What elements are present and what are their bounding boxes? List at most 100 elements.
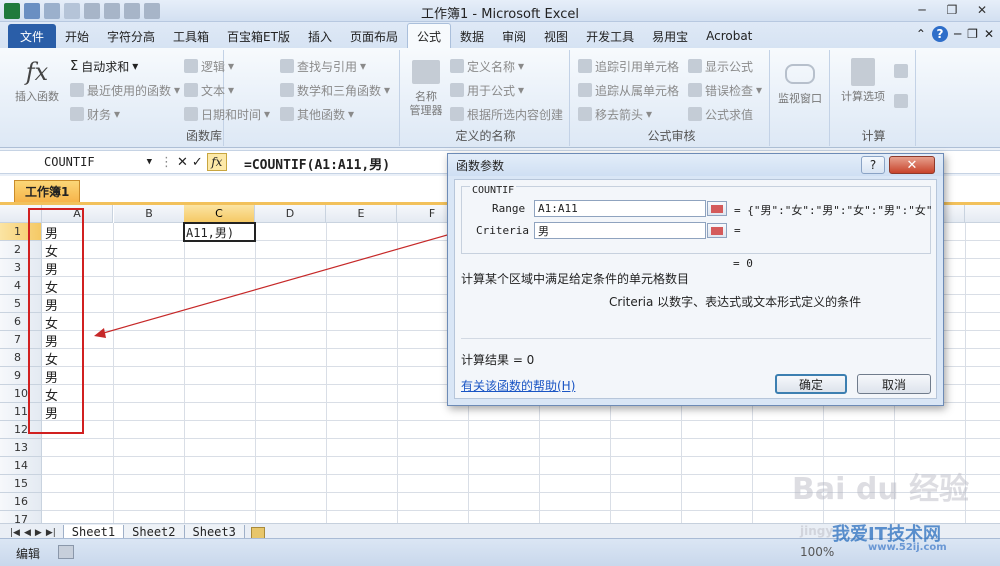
gridline xyxy=(397,223,398,523)
create-from-selection-button[interactable]: 根据所选内容创建 xyxy=(450,104,563,124)
new-sheet-icon[interactable] xyxy=(250,526,265,539)
error-check-button[interactable]: 错误检查 ▾ xyxy=(688,80,762,100)
criteria-input[interactable]: 男 xyxy=(534,222,706,239)
insert-function-button[interactable]: fx 插入函数 xyxy=(10,56,64,104)
row-header-15[interactable]: 15 xyxy=(0,475,42,493)
help-icon[interactable]: ? xyxy=(931,26,948,42)
gridline xyxy=(184,223,185,523)
range-collapse-icon[interactable] xyxy=(707,201,727,216)
status-mode: 编辑 xyxy=(16,547,41,561)
criteria-collapse-icon[interactable] xyxy=(707,223,727,238)
row-header-16[interactable]: 16 xyxy=(0,493,42,511)
restore-icon[interactable]: ❐ xyxy=(938,1,966,19)
tab-8[interactable]: 数据 xyxy=(451,24,493,48)
ok-button[interactable]: 确定 xyxy=(775,374,847,394)
macro-record-icon[interactable] xyxy=(58,545,74,559)
cancel-button[interactable]: 取消 xyxy=(857,374,931,394)
cancel-icon[interactable]: ✕ xyxy=(177,155,188,170)
tab-10[interactable]: 视图 xyxy=(535,24,577,48)
minimize-workbook-icon[interactable]: ─ xyxy=(954,27,961,41)
tab-0[interactable]: 文件 xyxy=(8,24,56,48)
function-description: 计算某个区域中满足给定条件的单元格数目 xyxy=(461,272,690,286)
show-formulas-icon xyxy=(688,59,702,73)
name-manager-button[interactable]: 名称 管理器 xyxy=(404,56,448,118)
lookup-button[interactable]: 查找与引用 ▾ xyxy=(280,56,366,76)
evaluate-formula-icon xyxy=(688,107,702,121)
function-help-link[interactable]: 有关该函数的帮助(H) xyxy=(461,377,575,394)
tab-6[interactable]: 页面布局 xyxy=(341,24,407,48)
finance-button[interactable]: 财务 ▾ xyxy=(70,104,120,124)
fx-icon: fx xyxy=(25,58,49,86)
logic-button[interactable]: 逻辑 ▾ xyxy=(184,56,234,76)
name-box[interactable]: COUNTIF ▼ xyxy=(8,153,156,171)
trace-dependents-button[interactable]: 追踪从属单元格 xyxy=(578,80,679,100)
first-sheet-icon[interactable]: |◀ xyxy=(10,528,20,538)
tab-11[interactable]: 开发工具 xyxy=(577,24,643,48)
tab-1[interactable]: 开始 xyxy=(56,24,98,48)
column-header[interactable] xyxy=(965,205,1000,223)
tab-13[interactable]: Acrobat xyxy=(697,24,761,48)
function-arguments-dialog: 函数参数 ? ✕ COUNTIF Range A1:A11 = {"男":"女"… xyxy=(447,153,944,406)
evaluate-formula-button[interactable]: 公式求值 xyxy=(688,104,753,124)
workbook-tab[interactable]: 工作簿1 xyxy=(14,180,81,202)
tab-4[interactable]: 百宝箱ET版 xyxy=(218,24,299,48)
logic-icon xyxy=(184,59,198,73)
calc-now-icon[interactable] xyxy=(894,64,908,78)
tab-9[interactable]: 审阅 xyxy=(493,24,535,48)
calc-sheet-icon[interactable] xyxy=(894,94,908,108)
dialog-close-button[interactable]: ✕ xyxy=(889,156,935,174)
datetime-button[interactable]: 日期和时间 ▾ xyxy=(184,104,270,124)
tab-12[interactable]: 易用宝 xyxy=(643,24,697,48)
recent-functions-button[interactable]: 最近使用的函数 ▾ xyxy=(70,80,180,100)
column-header-C[interactable]: C xyxy=(184,205,255,223)
site-watermark: www.52ij.com xyxy=(868,542,947,553)
collapse-ribbon-icon[interactable]: ⌃ xyxy=(916,27,926,41)
function-name: COUNTIF xyxy=(470,185,517,196)
chevron-down-icon: ▼ xyxy=(146,157,152,167)
range-input[interactable]: A1:A11 xyxy=(534,200,706,217)
calc-options-button[interactable]: 计算选项 xyxy=(834,56,892,104)
close-workbook-icon[interactable]: ✕ xyxy=(984,27,994,41)
minimize-icon[interactable]: ─ xyxy=(908,1,936,19)
fx-button[interactable]: fx xyxy=(206,153,227,171)
prev-sheet-icon[interactable]: ◀ xyxy=(24,528,31,538)
define-name-icon xyxy=(450,59,464,73)
enter-icon[interactable]: ✓ xyxy=(192,155,203,170)
formula-input[interactable]: =COUNTIF(A1:A11,男) xyxy=(244,154,390,173)
close-icon[interactable]: ✕ xyxy=(968,1,996,19)
row-header-13[interactable]: 13 xyxy=(0,439,42,457)
math-button[interactable]: 数学和三角函数 ▾ xyxy=(280,80,390,100)
use-in-formula-button[interactable]: 用于公式 ▾ xyxy=(450,80,524,100)
define-name-button[interactable]: 定义名称 ▾ xyxy=(450,56,524,76)
calc-result: 计算结果 = 0 xyxy=(461,353,535,367)
math-icon xyxy=(280,83,294,97)
tab-3[interactable]: 工具箱 xyxy=(164,24,218,48)
text-icon xyxy=(184,83,198,97)
dialog-help-button[interactable]: ? xyxy=(861,156,885,174)
show-formulas-button[interactable]: 显示公式 xyxy=(688,56,753,76)
tab-7[interactable]: 公式 xyxy=(407,23,452,48)
trace-precedents-button[interactable]: 追踪引用单元格 xyxy=(578,56,679,76)
last-sheet-icon[interactable]: ▶| xyxy=(46,528,56,538)
url-watermark: jingy xyxy=(800,524,834,538)
row-header-17[interactable]: 17 xyxy=(0,511,42,523)
remove-arrows-button[interactable]: 移去箭头 ▾ xyxy=(578,104,652,124)
text-button[interactable]: 文本 ▾ xyxy=(184,80,234,100)
restore-workbook-icon[interactable]: ❐ xyxy=(967,27,978,41)
next-sheet-icon[interactable]: ▶ xyxy=(35,528,42,538)
zoom-level[interactable]: 100% xyxy=(800,545,834,559)
window-controls: ─ ❐ ✕ xyxy=(908,1,996,19)
row-header-14[interactable]: 14 xyxy=(0,457,42,475)
column-header-D[interactable]: D xyxy=(255,205,326,223)
autosum-button[interactable]: Σ 自动求和 ▾ xyxy=(70,56,138,76)
criteria-evaluated: = xyxy=(734,224,741,237)
remove-arrows-icon xyxy=(578,107,592,121)
other-functions-button[interactable]: 其他函数 ▾ xyxy=(280,104,354,124)
watch-window-button[interactable]: 监视窗口 xyxy=(772,58,828,106)
column-header-B[interactable]: B xyxy=(114,205,185,223)
active-cell-C1[interactable]: A11,男) xyxy=(183,222,256,242)
column-header-E[interactable]: E xyxy=(326,205,397,223)
tab-5[interactable]: 插入 xyxy=(299,24,341,48)
gridline xyxy=(42,510,1000,511)
tab-2[interactable]: 字符分高 xyxy=(98,24,164,48)
